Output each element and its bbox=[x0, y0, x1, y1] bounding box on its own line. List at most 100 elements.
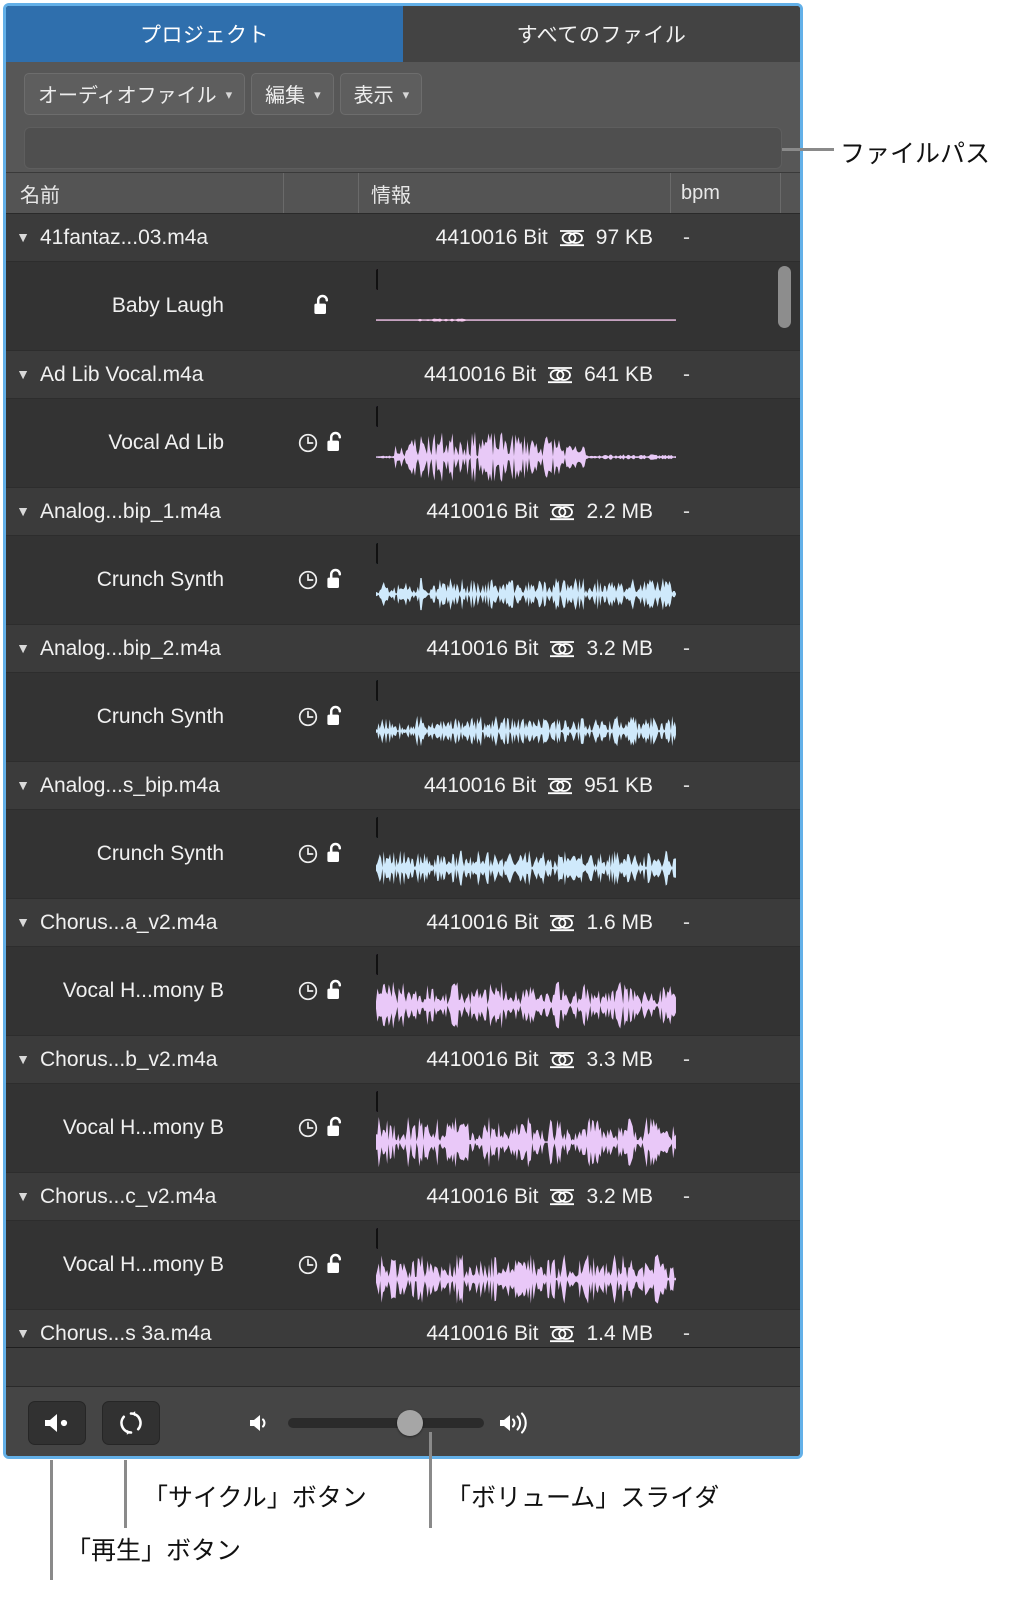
clock-icon[interactable] bbox=[297, 843, 319, 865]
triangle-down-icon[interactable]: ▼ bbox=[6, 503, 40, 519]
volume-slider[interactable] bbox=[288, 1410, 484, 1436]
triangle-down-icon[interactable]: ▼ bbox=[6, 777, 40, 793]
file-format: 4410016 Bit bbox=[435, 225, 548, 249]
callout-leader-file-path bbox=[782, 148, 834, 151]
chevron-down-icon: ▾ bbox=[225, 86, 233, 102]
file-bpm: - bbox=[683, 910, 690, 934]
unlocked-padlock-icon[interactable] bbox=[311, 293, 333, 319]
chevron-down-icon: ▾ bbox=[314, 86, 321, 102]
menu-audio-file-label: オーディオファイル bbox=[38, 85, 217, 107]
unlocked-padlock-icon[interactable] bbox=[324, 430, 346, 456]
file-group: ▼ Chorus...s 3a.m4a 4410016 Bit 1.4 MB - bbox=[6, 1310, 800, 1347]
table-row-region[interactable]: Vocal Ad Lib bbox=[6, 399, 800, 519]
table-row-file[interactable]: ▼ Chorus...s 3a.m4a 4410016 Bit 1.4 MB - bbox=[6, 1310, 800, 1347]
unlocked-padlock-icon[interactable] bbox=[324, 704, 346, 730]
volume-slider-track bbox=[288, 1418, 484, 1428]
clock-icon[interactable] bbox=[297, 1254, 319, 1276]
triangle-down-icon[interactable]: ▼ bbox=[6, 640, 40, 656]
table-row-file[interactable]: ▼ 41fantaz...03.m4a 4410016 Bit 97 KB - bbox=[6, 214, 800, 262]
file-format: 4410016 Bit bbox=[424, 773, 537, 797]
cycle-button[interactable] bbox=[102, 1401, 160, 1445]
table-row-region[interactable]: Vocal H...mony B bbox=[6, 1221, 800, 1341]
region-icon-cell bbox=[284, 810, 359, 898]
menu-view-label: 表示 bbox=[353, 85, 394, 107]
column-header-info[interactable]: 情報 bbox=[359, 173, 671, 213]
file-group: ▼ Chorus...b_v2.m4a 4410016 Bit 3.3 MB - Voca… bbox=[6, 1036, 800, 1204]
table-header: 名前 情報 bpm bbox=[6, 172, 800, 214]
table-row-region[interactable]: Baby Laugh bbox=[6, 262, 800, 382]
menu-row: オーディオファイル ▾ 編集 ▾ 表示 ▾ bbox=[6, 73, 800, 115]
triangle-down-icon[interactable]: ▼ bbox=[6, 1188, 40, 1204]
column-header-bpm[interactable]: bpm bbox=[671, 173, 781, 213]
triangle-down-icon[interactable]: ▼ bbox=[6, 914, 40, 930]
triangle-down-icon[interactable]: ▼ bbox=[6, 229, 40, 245]
volume-slider-knob[interactable] bbox=[396, 1410, 423, 1436]
file-name: Analog...bip_1.m4a bbox=[40, 499, 221, 523]
file-info-cell: 4410016 Bit 1.4 MB bbox=[359, 1322, 671, 1346]
clock-icon[interactable] bbox=[297, 432, 319, 454]
table-row-file[interactable]: ▼ Ad Lib Vocal.m4a 4410016 Bit 641 KB - bbox=[6, 351, 800, 399]
table-row-file[interactable]: ▼ Chorus...a_v2.m4a 4410016 Bit 1.6 MB - bbox=[6, 899, 800, 947]
file-info-cell: 4410016 Bit 3.2 MB bbox=[359, 1185, 671, 1209]
callout-leader-play bbox=[50, 1460, 53, 1580]
clock-icon[interactable] bbox=[297, 706, 319, 728]
scrollbar-thumb[interactable] bbox=[778, 266, 791, 328]
region-icon-cell bbox=[284, 1084, 359, 1172]
table-row-file[interactable]: ▼ Analog...bip_2.m4a 4410016 Bit 3.2 MB - bbox=[6, 625, 800, 673]
table-row-file[interactable]: ▼ Chorus...b_v2.m4a 4410016 Bit 3.3 MB - bbox=[6, 1036, 800, 1084]
tab-all-files-label: すべてのファイル bbox=[516, 24, 687, 47]
table-row-file[interactable]: ▼ Chorus...c_v2.m4a 4410016 Bit 3.2 MB - bbox=[6, 1173, 800, 1221]
speaker-low-icon bbox=[250, 1415, 266, 1431]
file-size: 97 KB bbox=[595, 225, 653, 249]
menu-edit-label: 編集 bbox=[265, 85, 306, 107]
unlocked-padlock-icon[interactable] bbox=[324, 1252, 346, 1278]
play-button[interactable] bbox=[28, 1401, 86, 1445]
file-name: Chorus...c_v2.m4a bbox=[40, 1184, 217, 1208]
clock-icon[interactable] bbox=[297, 980, 319, 1002]
file-path-field[interactable] bbox=[24, 127, 782, 169]
clock-icon[interactable] bbox=[297, 1117, 319, 1139]
audio-file-list[interactable]: ▼ 41fantaz...03.m4a 4410016 Bit 97 KB - Baby … bbox=[6, 214, 800, 1347]
tab-all-files[interactable]: すべてのファイル bbox=[403, 6, 800, 62]
unlocked-padlock-icon[interactable] bbox=[324, 978, 346, 1004]
file-name: Chorus...s 3a.m4a bbox=[40, 1321, 212, 1345]
menu-edit[interactable]: 編集 ▾ bbox=[251, 73, 334, 115]
table-row-region[interactable]: Vocal H...mony B bbox=[6, 1084, 800, 1204]
unlocked-padlock-icon[interactable] bbox=[324, 841, 346, 867]
triangle-down-icon[interactable]: ▼ bbox=[6, 366, 40, 382]
file-info-cell: 4410016 Bit 641 KB bbox=[359, 363, 671, 387]
table-row-region[interactable]: Crunch Synth bbox=[6, 673, 800, 793]
table-row-region[interactable]: Vocal H...mony B bbox=[6, 947, 800, 1067]
clock-icon[interactable] bbox=[297, 569, 319, 591]
region-name: Vocal H...mony B bbox=[62, 1116, 224, 1139]
column-header-name[interactable]: 名前 bbox=[6, 173, 284, 213]
triangle-down-icon[interactable]: ▼ bbox=[6, 1051, 40, 1067]
file-group: ▼ Ad Lib Vocal.m4a 4410016 Bit 641 KB - Vocal… bbox=[6, 351, 800, 519]
file-size: 951 KB bbox=[584, 773, 653, 797]
file-size: 3.2 MB bbox=[586, 636, 653, 660]
table-row-region[interactable]: Crunch Synth bbox=[6, 810, 800, 930]
unlocked-padlock-icon[interactable] bbox=[324, 567, 346, 593]
cycle-loop-icon bbox=[120, 1411, 142, 1435]
region-name: Crunch Synth bbox=[96, 705, 224, 728]
triangle-down-icon[interactable]: ▼ bbox=[6, 1325, 40, 1341]
vertical-scrollbar[interactable] bbox=[778, 218, 796, 1343]
region-icon-cell bbox=[284, 673, 359, 761]
unlocked-padlock-icon[interactable] bbox=[324, 1115, 346, 1141]
menu-view[interactable]: 表示 ▾ bbox=[339, 73, 423, 115]
file-size: 641 KB bbox=[584, 362, 653, 386]
table-row-file[interactable]: ▼ Analog...s_bip.m4a 4410016 Bit 951 KB - bbox=[6, 762, 800, 810]
table-row-file[interactable]: ▼ Analog...bip_1.m4a 4410016 Bit 2.2 MB - bbox=[6, 488, 800, 536]
file-info-cell: 4410016 Bit 3.2 MB bbox=[359, 637, 671, 661]
menu-strip: オーディオファイル ▾ 編集 ▾ 表示 ▾ bbox=[6, 62, 800, 172]
callout-leader-volume bbox=[429, 1432, 432, 1528]
file-name: Analog...s_bip.m4a bbox=[40, 773, 220, 797]
column-header-icons[interactable] bbox=[284, 173, 359, 213]
table-row-region[interactable]: Crunch Synth bbox=[6, 536, 800, 656]
tab-project[interactable]: プロジェクト bbox=[6, 6, 403, 62]
callout-play-button: 「再生」ボタン bbox=[66, 1537, 242, 1565]
region-icon-cell bbox=[284, 399, 359, 487]
audio-file-editor-window: プロジェクト すべてのファイル オーディオファイル ▾ 編集 ▾ 表示 ▾ 名前 bbox=[3, 3, 803, 1459]
region-name: Baby Laugh bbox=[111, 294, 224, 317]
menu-audio-file[interactable]: オーディオファイル ▾ bbox=[24, 73, 246, 115]
